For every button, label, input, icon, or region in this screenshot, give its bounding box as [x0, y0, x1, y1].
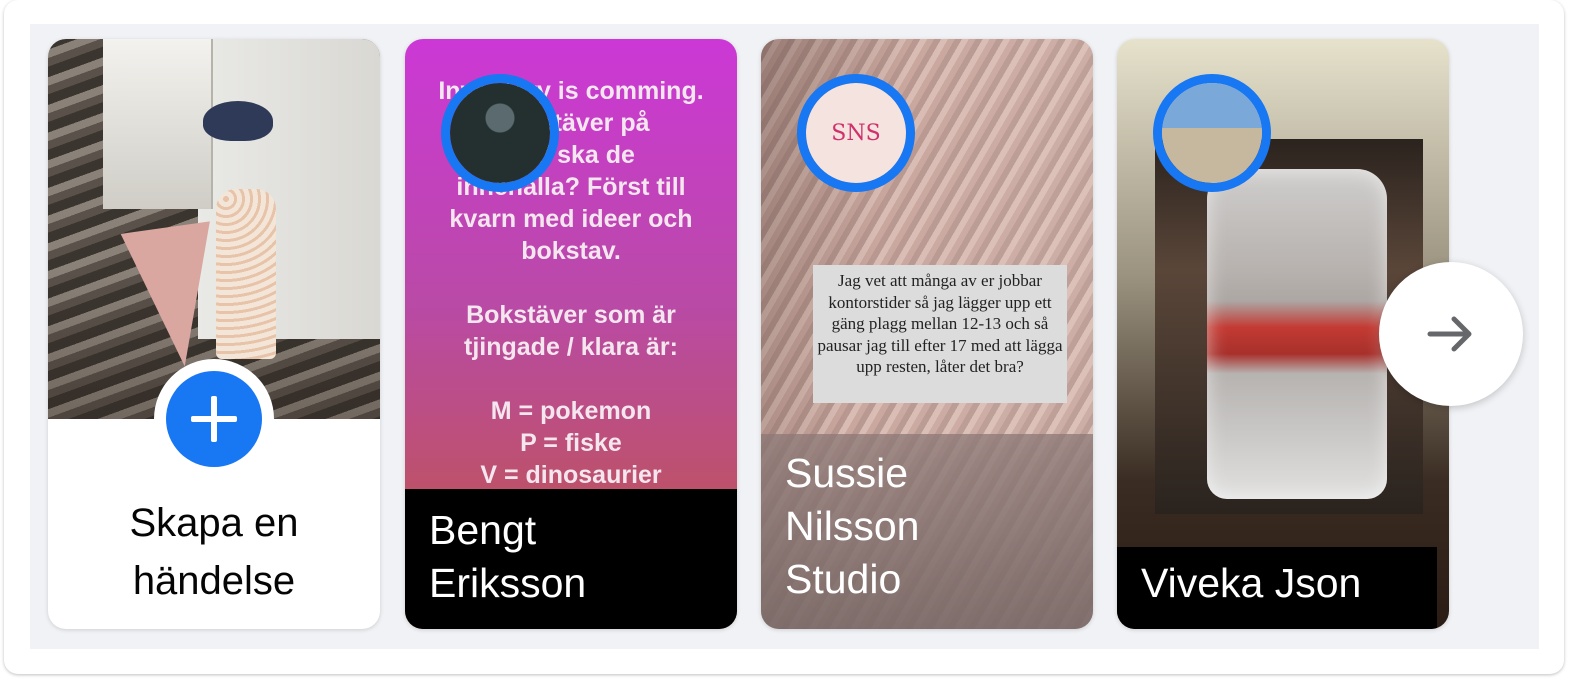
story-card-bengt-eriksson[interactable]: Inventory is comming. Bokstäver på vad s… [405, 39, 737, 629]
photo-cabinet [103, 39, 213, 209]
story-author-name: Bengt Eriksson [429, 507, 587, 606]
avatar [441, 74, 559, 192]
story-card-sussie-nilsson-studio[interactable]: SNS Jag vet att många av er jobbar konto… [761, 39, 1093, 629]
create-story-card[interactable]: Skapa en händelse [48, 39, 380, 629]
story-author-name: Viveka Json [1141, 560, 1362, 606]
photo-child [216, 189, 276, 359]
avatar-image [1162, 83, 1262, 183]
next-stories-button[interactable] [1379, 262, 1523, 406]
story-quote: Jag vet att många av er jobbar kontorsti… [813, 265, 1067, 403]
avatar: SNS [797, 74, 915, 192]
arrow-right-icon [1427, 316, 1472, 352]
avatar-logo: SNS [806, 83, 906, 183]
story-photo-glass [1207, 169, 1387, 499]
story-author-name: Sussie Nilsson Studio [785, 450, 920, 602]
avatar-image [450, 83, 550, 183]
plus-icon[interactable] [166, 371, 262, 467]
avatar [1153, 74, 1271, 192]
photo-umbrella [120, 221, 230, 373]
plus-icon-glyph [191, 396, 237, 442]
photo-child-hat [203, 101, 273, 141]
create-story-label: Skapa en händelse [129, 501, 299, 603]
